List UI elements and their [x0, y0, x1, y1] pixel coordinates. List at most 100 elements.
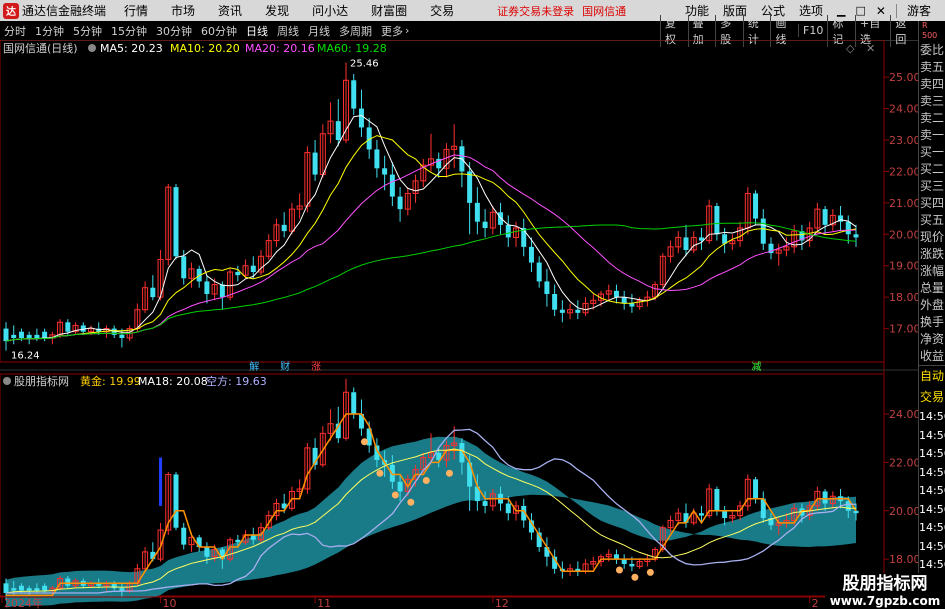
hand-marker-icon	[360, 438, 368, 446]
quote-row: 买一	[920, 145, 945, 159]
trade-time: 14:56	[919, 428, 945, 442]
high-price-label: 25.46	[350, 59, 379, 70]
gold-label: 黄金: 19.99	[80, 374, 141, 388]
trade-time: 14:56	[919, 539, 945, 553]
ma10-label: MA10: 20.20	[170, 42, 240, 55]
kline-chart[interactable]: 国网信通(日线) MA5: 20.23 MA10: 20.20 MA20: 20…	[0, 40, 918, 609]
period-60min[interactable]: 60分钟	[201, 23, 237, 39]
y-tick-label: 20.00	[889, 228, 918, 241]
lower-candle-body	[173, 474, 179, 528]
y-tick-label: 18.00	[889, 291, 918, 304]
lower-candle-body	[621, 559, 627, 564]
quote-row: 委比	[920, 43, 945, 57]
candle-body	[382, 168, 388, 175]
quote-row: 现价	[920, 230, 945, 244]
auto-label[interactable]: 自动	[919, 365, 945, 387]
candle-body	[505, 224, 511, 238]
candle-body	[552, 294, 558, 310]
lower-candle-body	[181, 527, 187, 545]
candle-body	[219, 284, 225, 298]
trade-time: 14:56	[919, 410, 945, 423]
menu-xuanxiang[interactable]: 选项	[799, 2, 823, 19]
upper-panel-border	[0, 40, 885, 363]
candle-body	[235, 272, 241, 276]
ma20-label: MA20: 20.16	[245, 42, 315, 55]
x-tick-label: 2024年	[4, 596, 43, 609]
candle-body	[351, 80, 357, 109]
menu-item-wenxiaoda[interactable]: 问小达	[312, 2, 348, 19]
menu-item-zixun[interactable]: 资讯	[218, 2, 242, 19]
quote-row: 买二	[920, 162, 945, 176]
trade-time: 14:56	[919, 502, 945, 516]
y-tick-label: 21.00	[889, 197, 918, 210]
lower-candle-body	[119, 588, 125, 591]
period-1min[interactable]: 1分钟	[35, 23, 64, 39]
r500-badge[interactable]: R 500	[919, 21, 945, 42]
trade-time: 14:56	[919, 558, 945, 571]
candle-body	[528, 246, 534, 263]
hand-marker-icon	[376, 469, 384, 477]
candle-body	[822, 209, 828, 225]
period-weekly[interactable]: 周线	[277, 23, 299, 39]
lower-candle-body	[629, 563, 635, 567]
quote-row: 买三	[920, 179, 945, 193]
period-daily[interactable]: 日线	[246, 23, 268, 39]
trade-time: 14:56	[919, 484, 945, 497]
menu-bar: 达 通达信金融终端 行情 市场 资讯 发现 问小达 财富圈 交易 证券交易未登录…	[0, 0, 945, 21]
candle-body	[544, 281, 550, 294]
tool-f10[interactable]: F10	[798, 24, 827, 37]
candle-body	[358, 108, 364, 128]
hand-marker-icon	[646, 568, 654, 576]
candle-body	[374, 149, 380, 169]
candle-body	[474, 202, 480, 222]
quote-row: 卖四	[920, 77, 945, 91]
menu-item-caifuquan[interactable]: 财富圈	[371, 2, 407, 19]
event-marker: 财	[280, 360, 290, 373]
period-15min[interactable]: 15分钟	[111, 23, 147, 39]
candle-body	[312, 152, 318, 175]
candle-body	[621, 297, 627, 304]
candle-body	[42, 331, 48, 338]
ma18-label: MA18: 20.08	[138, 375, 208, 388]
trade-label[interactable]: 交易	[919, 387, 945, 408]
hand-marker-icon	[445, 469, 453, 477]
chevron-right-icon[interactable]: ›	[405, 24, 409, 37]
event-marker: 解	[249, 360, 259, 373]
candle-body	[119, 334, 125, 338]
lower-candle-body	[204, 547, 210, 557]
period-monthly[interactable]: 月线	[308, 23, 330, 39]
lower-candle-body	[505, 503, 511, 514]
lower-candle-body	[822, 491, 828, 504]
candle-body	[683, 237, 689, 250]
stock-name-header: 国网信通	[582, 4, 627, 18]
menu-item-hangqing[interactable]: 行情	[124, 2, 148, 19]
lower-y-axis: 24.00 22.00 20.00 18.00	[884, 408, 918, 566]
low-price-label: 16.24	[11, 351, 40, 362]
quote-rows: 委比 卖五 卖四 卖三 卖二 卖一 买一 买二 买三 买四 买五 现价 涨跌 涨幅 总量 外盘 换手 净资 收益	[919, 42, 945, 365]
settings-dot-icon	[88, 44, 96, 52]
lower-candle-body	[351, 392, 357, 415]
panel-close-icon: ✕	[866, 42, 875, 55]
period-fenshi[interactable]: 分时	[4, 23, 26, 39]
candle-body	[181, 256, 187, 279]
menu-item-jiaoyi[interactable]: 交易	[430, 2, 454, 19]
quote-row: 涨跌	[920, 247, 945, 261]
quote-row: 外盘	[920, 298, 945, 312]
period-more[interactable]: 更多	[381, 23, 403, 39]
event-marker: 减	[752, 361, 762, 373]
candle-body	[11, 334, 17, 338]
quote-row: 卖三	[920, 94, 945, 108]
candle-body	[173, 187, 179, 257]
period-5min[interactable]: 5分钟	[73, 23, 102, 39]
lower-candle-body	[853, 510, 859, 514]
menu-item-faxian[interactable]: 发现	[265, 2, 289, 19]
period-30min[interactable]: 30分钟	[156, 23, 192, 39]
period-multi[interactable]: 多周期	[339, 23, 372, 39]
ma5-label: MA5: 20.23	[100, 42, 163, 55]
chart-tools: 复权 叠加 多股 统计 画线 F10 标记 +自选 返回	[660, 14, 918, 47]
volume-spike	[159, 457, 163, 506]
login-warning[interactable]: 证券交易未登录	[497, 3, 574, 19]
menu-item-shichang[interactable]: 市场	[171, 2, 195, 19]
hand-marker-icon	[391, 491, 399, 499]
hand-marker-icon	[631, 573, 639, 581]
